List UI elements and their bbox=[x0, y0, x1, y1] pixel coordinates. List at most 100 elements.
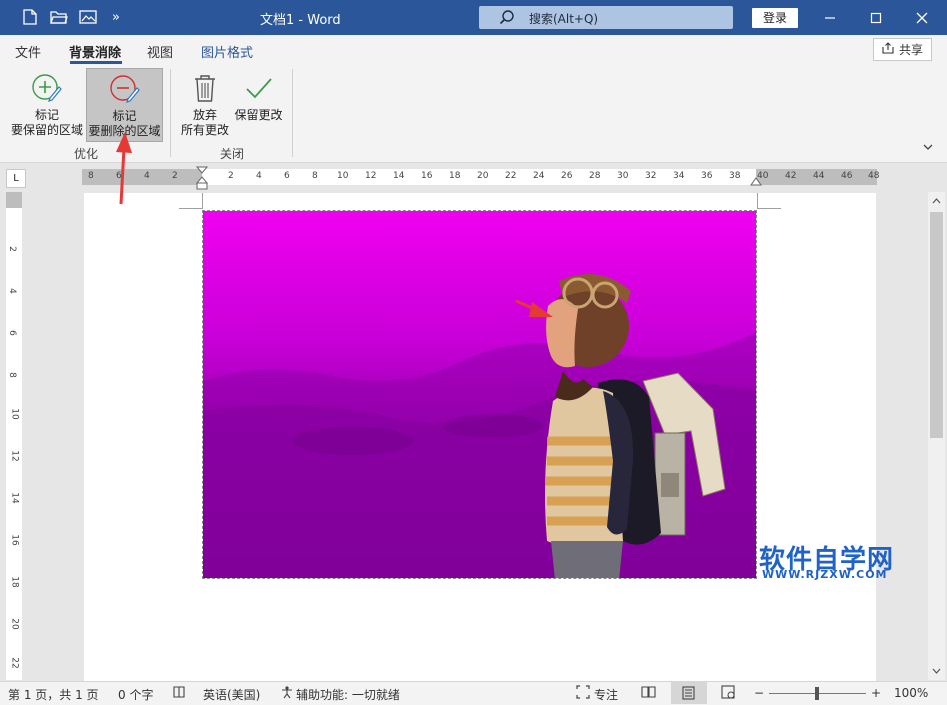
ruler-tick: 16 bbox=[421, 171, 433, 181]
annotation-arrow-right bbox=[515, 299, 553, 317]
tab-selector[interactable]: L bbox=[6, 169, 26, 188]
ruler-tick: 4 bbox=[256, 171, 262, 181]
ruler-tick: 22 bbox=[9, 657, 20, 669]
picture-icon[interactable] bbox=[79, 8, 97, 26]
ruler-tick: 4 bbox=[6, 288, 17, 294]
trash-icon bbox=[177, 72, 233, 108]
accessibility-icon bbox=[280, 685, 294, 702]
annotation-arrow-up bbox=[116, 132, 132, 205]
maximize-icon[interactable] bbox=[853, 0, 899, 35]
share-icon bbox=[882, 42, 895, 57]
ruler-tick: 48 bbox=[868, 171, 880, 181]
scroll-up-icon[interactable] bbox=[932, 197, 941, 204]
tab-picture-format[interactable]: 图片格式 bbox=[201, 42, 253, 61]
right-indent-marker[interactable] bbox=[749, 174, 763, 186]
ruler-tick: 22 bbox=[505, 171, 517, 181]
ruler-tick: 8 bbox=[6, 372, 17, 378]
watermark-url: WWW.RJZXW.COM bbox=[762, 568, 888, 581]
horizontal-ruler[interactable]: 8 6 4 2 2 4 6 8 10 12 14 16 18 20 22 24 … bbox=[82, 166, 880, 190]
margin-guide bbox=[757, 208, 781, 209]
ruler-tick: 12 bbox=[9, 450, 20, 462]
mark-remove-line1: 标记 bbox=[112, 109, 137, 123]
boy-jetpack-image bbox=[203, 211, 756, 578]
language[interactable]: 英语(美国) bbox=[203, 686, 260, 703]
ribbon-tabs: 文件 背景消除 视图 图片格式 共享 bbox=[0, 35, 947, 65]
margin-guide bbox=[757, 193, 758, 209]
ruler-tick: 46 bbox=[841, 171, 853, 181]
discard-line1: 放弃 bbox=[192, 108, 217, 122]
mark-keep-button[interactable]: 标记 要保留的区域 bbox=[9, 68, 85, 142]
mark-keep-icon bbox=[9, 72, 85, 108]
group-label-close: 关闭 bbox=[220, 147, 245, 161]
login-button[interactable]: 登录 bbox=[752, 8, 798, 28]
ruler-tick: 6 bbox=[284, 171, 290, 181]
ruler-tick: 18 bbox=[449, 171, 461, 181]
print-layout-button[interactable] bbox=[671, 682, 707, 704]
ribbon: 标记 要保留的区域 标记 要删除的区域 优化 放弃 所有更改 保留更改 关闭 bbox=[0, 65, 947, 163]
ruler-tick: 32 bbox=[645, 171, 657, 181]
open-folder-icon[interactable] bbox=[50, 8, 68, 26]
keep-changes-button[interactable]: 保留更改 bbox=[232, 68, 285, 142]
ruler-tick: 4 bbox=[144, 171, 150, 181]
zoom-in-button[interactable]: + bbox=[871, 686, 881, 700]
margin-guide bbox=[179, 208, 203, 209]
ruler-tick: 8 bbox=[88, 171, 94, 181]
zoom-slider-thumb[interactable] bbox=[815, 687, 819, 700]
group-label-optimize: 优化 bbox=[74, 147, 99, 161]
mark-keep-line2: 要保留的区域 bbox=[10, 123, 83, 137]
indent-marker[interactable] bbox=[195, 166, 209, 190]
tab-view[interactable]: 视图 bbox=[147, 42, 173, 61]
mark-keep-line1: 标记 bbox=[34, 108, 59, 122]
ruler-tick: 30 bbox=[617, 171, 629, 181]
zoom-level[interactable]: 100% bbox=[894, 686, 928, 700]
scroll-down-icon[interactable] bbox=[932, 668, 941, 675]
vertical-scrollbar[interactable] bbox=[928, 192, 945, 680]
focus-button[interactable]: 专注 bbox=[594, 686, 618, 703]
checkmark-icon bbox=[232, 72, 285, 108]
ruler-tick: 28 bbox=[589, 171, 601, 181]
ruler-tick: 20 bbox=[9, 618, 20, 630]
scroll-thumb[interactable] bbox=[930, 212, 943, 438]
discard-changes-button[interactable]: 放弃 所有更改 bbox=[177, 68, 233, 142]
picture-background-removal[interactable] bbox=[202, 210, 757, 579]
ruler-tick: 16 bbox=[9, 534, 20, 546]
minimize-icon[interactable] bbox=[807, 0, 853, 35]
accessibility-status[interactable]: 辅助功能: 一切就绪 bbox=[296, 686, 400, 703]
tab-file[interactable]: 文件 bbox=[15, 42, 41, 61]
share-label: 共享 bbox=[898, 43, 923, 57]
word-count[interactable]: 0 个字 bbox=[118, 686, 153, 703]
search-icon bbox=[499, 9, 515, 28]
ruler-tick: 38 bbox=[729, 171, 741, 181]
ruler-tick: 24 bbox=[533, 171, 545, 181]
close-icon[interactable] bbox=[899, 0, 945, 35]
discard-line2: 所有更改 bbox=[180, 123, 229, 137]
web-layout-icon[interactable] bbox=[721, 685, 736, 702]
ruler-tick: 2 bbox=[172, 171, 178, 181]
margin-guide bbox=[202, 193, 203, 209]
keep-changes-label: 保留更改 bbox=[234, 108, 283, 122]
more-icon[interactable]: » bbox=[107, 8, 125, 26]
ruler-tick: 18 bbox=[9, 576, 20, 588]
ruler-tick: 34 bbox=[673, 171, 685, 181]
search-placeholder: 搜索(Alt+Q) bbox=[529, 12, 599, 26]
mark-remove-icon bbox=[87, 73, 162, 109]
read-mode-icon[interactable] bbox=[641, 685, 656, 702]
new-doc-icon[interactable] bbox=[21, 8, 39, 26]
ruler-tick: 44 bbox=[813, 171, 825, 181]
group-separator bbox=[292, 69, 293, 157]
zoom-out-button[interactable]: − bbox=[754, 686, 764, 700]
search-box[interactable]: 搜索(Alt+Q) bbox=[479, 6, 733, 29]
ruler-tick: 8 bbox=[312, 171, 318, 181]
share-button[interactable]: 共享 bbox=[873, 38, 932, 61]
ruler-tick: 26 bbox=[561, 171, 573, 181]
page-count[interactable]: 第 1 页，共 1 页 bbox=[8, 686, 99, 703]
ruler-tick: 14 bbox=[9, 492, 20, 504]
window-title: 文档1 - Word bbox=[260, 13, 341, 28]
proofing-icon[interactable] bbox=[172, 685, 186, 702]
collapse-ribbon-icon[interactable] bbox=[922, 141, 934, 155]
ruler-tick: 6 bbox=[6, 330, 17, 336]
vertical-ruler[interactable]: 2 4 6 8 10 12 14 16 18 20 22 bbox=[6, 192, 22, 680]
ruler-tick: 2 bbox=[6, 246, 17, 252]
tab-background-removal[interactable]: 背景消除 bbox=[69, 42, 121, 61]
group-separator bbox=[170, 69, 171, 157]
